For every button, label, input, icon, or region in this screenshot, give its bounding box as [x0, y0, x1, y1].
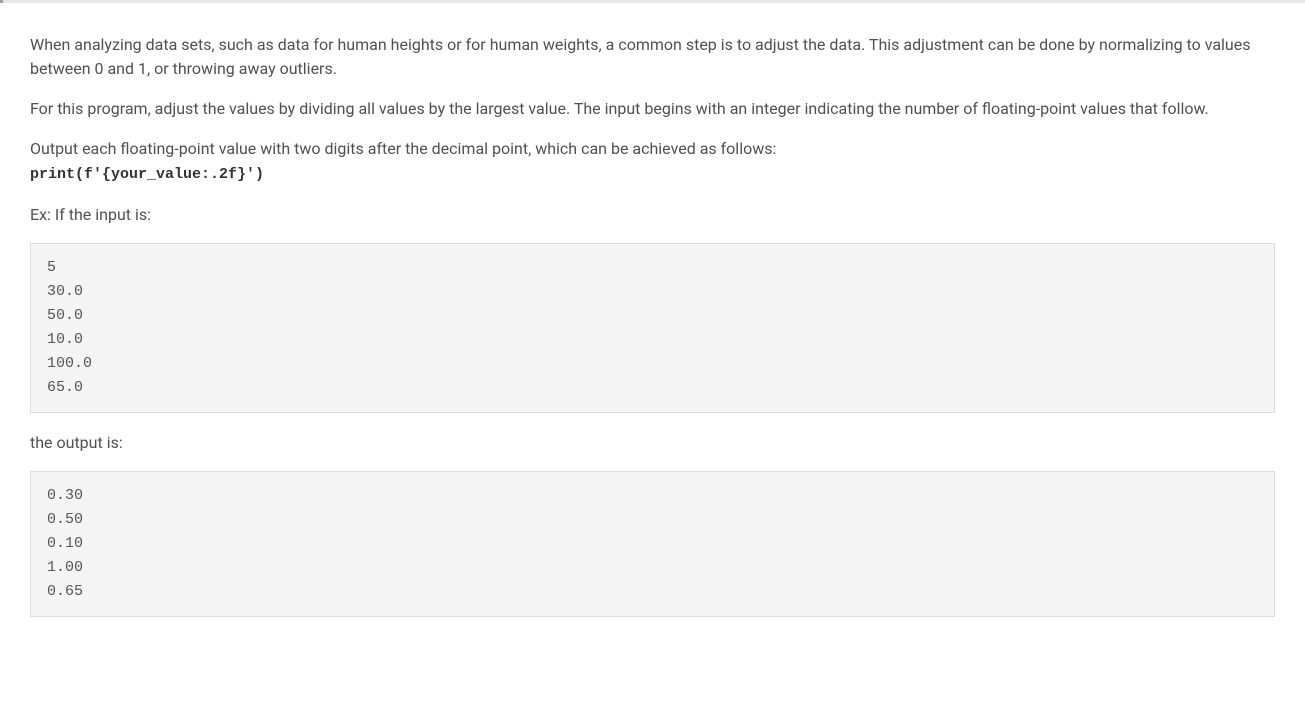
paragraph-example-output-label: the output is:: [30, 431, 1275, 455]
example-input-block: 5 30.0 50.0 10.0 100.0 65.0: [30, 243, 1275, 413]
paragraph-instructions: For this program, adjust the values by d…: [30, 97, 1275, 121]
paragraph-example-input-label: Ex: If the input is:: [30, 203, 1275, 227]
paragraph-intro: When analyzing data sets, such as data f…: [30, 33, 1275, 81]
paragraph-output-format: Output each floating-point value with tw…: [30, 137, 1275, 187]
example-output-block: 0.30 0.50 0.10 1.00 0.65: [30, 471, 1275, 617]
code-print-format: print(f'{your_value:.2f}'): [30, 166, 264, 183]
top-divider: [0, 0, 1305, 3]
output-format-text: Output each floating-point value with tw…: [30, 139, 776, 158]
